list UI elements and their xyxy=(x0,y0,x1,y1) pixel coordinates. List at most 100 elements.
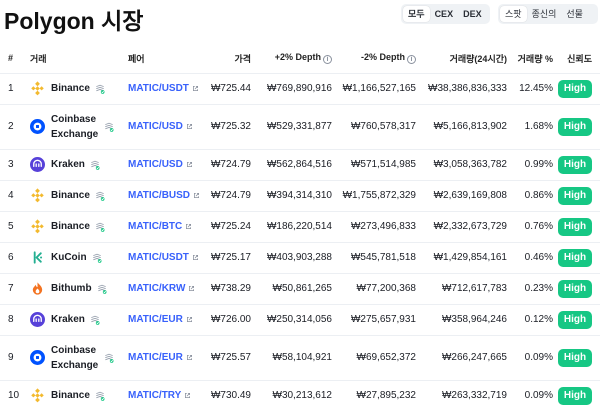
exchange-cell[interactable]: Kraken xyxy=(30,149,128,181)
table-row[interactable]: 10 Binance MATIC/TRY ₩730.49 ₩30,213,612 ₩27,… xyxy=(0,380,600,407)
exchange-name[interactable]: Kraken xyxy=(51,157,85,172)
exchange-name[interactable]: KuCoin xyxy=(51,250,87,265)
exchange-name[interactable]: Binance xyxy=(51,81,90,96)
exchange-name[interactable]: Binance xyxy=(51,388,90,403)
table-row[interactable]: 7 Bithumb MATIC/KRW ₩738.29 ₩50,861,265 ₩77,2… xyxy=(0,273,600,305)
pair-link[interactable]: MATIC/BTC xyxy=(128,221,182,232)
table-row[interactable]: 2 Coinbase Exchange MATIC/USD ₩725.32 ₩529,3… xyxy=(0,104,600,150)
binance-logo-icon xyxy=(30,81,45,96)
pair-cell[interactable]: MATIC/USD xyxy=(128,104,203,150)
verified-reserves-icon[interactable] xyxy=(95,391,105,401)
pair-link[interactable]: MATIC/BUSD xyxy=(128,190,190,201)
table-row[interactable]: 6 KuCoin MATIC/USDT ₩725.17 ₩403,903,288 ₩545… xyxy=(0,242,600,274)
table-row[interactable]: 5 Binance MATIC/BTC ₩725.24 ₩186,220,514 ₩273… xyxy=(0,211,600,243)
rank-cell: 7 xyxy=(0,273,30,305)
filter-dex-button[interactable]: DEX xyxy=(458,6,487,22)
pair-cell[interactable]: MATIC/BUSD xyxy=(128,180,203,212)
verified-reserves-icon[interactable] xyxy=(104,353,114,363)
depth-minus-cell: ₩571,514,985 xyxy=(332,149,416,181)
table-row[interactable]: 3 Kraken MATIC/USD ₩724.79 ₩562,864,516 ₩571,… xyxy=(0,149,600,181)
verified-reserves-icon[interactable] xyxy=(95,222,105,232)
exchange-cell[interactable]: Coinbase Exchange xyxy=(30,104,128,150)
external-link-icon[interactable] xyxy=(181,390,191,401)
exchange-cell[interactable]: KuCoin xyxy=(30,242,128,274)
table-row[interactable]: 9 Coinbase Exchange MATIC/EUR ₩725.57 ₩58,10… xyxy=(0,335,600,381)
pair-link[interactable]: MATIC/USDT xyxy=(128,83,189,94)
exchange-name[interactable]: Coinbase Exchange xyxy=(51,343,99,373)
external-link-icon[interactable] xyxy=(183,314,193,325)
pair-cell[interactable]: MATIC/EUR xyxy=(128,335,203,381)
col-price-header[interactable]: 가격 xyxy=(203,44,251,74)
exchange-name[interactable]: Kraken xyxy=(51,312,85,327)
col-pair-header[interactable]: 페어 xyxy=(128,44,203,74)
filter-perpetual-button[interactable]: 종신의 xyxy=(527,6,562,22)
pair-cell[interactable]: MATIC/KRW xyxy=(128,273,203,305)
external-link-icon[interactable] xyxy=(190,190,200,201)
binance-logo-icon xyxy=(30,219,45,234)
verified-reserves-icon[interactable] xyxy=(95,191,105,201)
exchange-name[interactable]: Bithumb xyxy=(51,281,92,296)
external-link-icon[interactable] xyxy=(183,352,193,363)
kraken-logo-icon xyxy=(30,312,45,327)
col-rank-header[interactable]: # xyxy=(0,44,30,74)
binance-logo-icon xyxy=(30,188,45,203)
filter-futures-button[interactable]: 선물 xyxy=(561,6,588,22)
verified-reserves-icon[interactable] xyxy=(90,160,100,170)
pair-cell[interactable]: MATIC/BTC xyxy=(128,211,203,243)
exchange-name[interactable]: Coinbase Exchange xyxy=(51,112,99,142)
exchange-cell[interactable]: Bithumb xyxy=(30,273,128,305)
col-depth-plus-header[interactable]: +2% Depth i xyxy=(251,44,332,74)
pair-cell[interactable]: MATIC/TRY xyxy=(128,380,203,407)
pair-link[interactable]: MATIC/KRW xyxy=(128,283,185,294)
col-depth-minus-header[interactable]: -2% Depth i xyxy=(332,44,416,74)
exchange-cell[interactable]: Binance xyxy=(30,73,128,105)
rank-cell: 2 xyxy=(0,104,30,150)
table-row[interactable]: 4 Binance MATIC/BUSD ₩724.79 ₩394,314,310 ₩1,… xyxy=(0,180,600,212)
external-link-icon[interactable] xyxy=(183,121,193,132)
col-exchange-header[interactable]: 거래 xyxy=(30,44,128,74)
exchange-cell[interactable]: Binance xyxy=(30,180,128,212)
exchange-name[interactable]: Binance xyxy=(51,219,90,234)
external-link-icon[interactable] xyxy=(183,159,193,170)
exchange-cell[interactable]: Binance xyxy=(30,211,128,243)
exchange-cell[interactable]: Binance xyxy=(30,380,128,407)
page-header: Polygon 시장 모두 CEX DEX 스팟 종신의 선물 xyxy=(0,0,600,34)
pair-link[interactable]: MATIC/EUR xyxy=(128,352,183,363)
depth-minus-cell: ₩545,781,518 xyxy=(332,242,416,274)
external-link-icon[interactable] xyxy=(189,83,199,94)
exchange-cell[interactable]: Coinbase Exchange xyxy=(30,335,128,381)
external-link-icon[interactable] xyxy=(182,221,192,232)
external-link-icon[interactable] xyxy=(189,252,199,263)
verified-reserves-icon[interactable] xyxy=(92,253,102,263)
filter-all-button[interactable]: 모두 xyxy=(403,6,430,22)
info-icon[interactable]: i xyxy=(407,55,416,65)
info-icon[interactable]: i xyxy=(323,55,332,65)
col-volume-header[interactable]: 거래량(24시간) xyxy=(416,44,507,74)
verified-reserves-icon[interactable] xyxy=(104,122,114,132)
filter-spot-button[interactable]: 스팟 xyxy=(500,6,527,22)
verified-reserves-icon[interactable] xyxy=(97,284,107,294)
verified-reserves-icon[interactable] xyxy=(95,84,105,94)
pair-cell[interactable]: MATIC/USD xyxy=(128,149,203,181)
exchange-name[interactable]: Binance xyxy=(51,188,90,203)
exchange-cell[interactable]: Kraken xyxy=(30,304,128,336)
pair-link[interactable]: MATIC/USDT xyxy=(128,252,189,263)
price-cell: ₩725.44 xyxy=(203,73,251,105)
external-link-icon[interactable] xyxy=(185,283,195,294)
pair-link[interactable]: MATIC/EUR xyxy=(128,314,183,325)
trust-badge: High xyxy=(558,186,592,205)
pair-link[interactable]: MATIC/USD xyxy=(128,159,183,170)
filter-cex-button[interactable]: CEX xyxy=(430,6,459,22)
depth-plus-cell: ₩403,903,288 xyxy=(251,242,332,274)
verified-reserves-icon[interactable] xyxy=(90,315,100,325)
pair-link[interactable]: MATIC/USD xyxy=(128,121,183,132)
pair-cell[interactable]: MATIC/USDT xyxy=(128,242,203,274)
pair-cell[interactable]: MATIC/EUR xyxy=(128,304,203,336)
table-row[interactable]: 1 Binance MATIC/USDT ₩725.44 ₩769,890,916 ₩1,… xyxy=(0,73,600,105)
volume-pct-cell: 1.68% xyxy=(507,104,553,150)
pair-link[interactable]: MATIC/TRY xyxy=(128,390,181,401)
pair-cell[interactable]: MATIC/USDT xyxy=(128,73,203,105)
table-row[interactable]: 8 Kraken MATIC/EUR ₩726.00 ₩250,314,056 ₩275,… xyxy=(0,304,600,336)
col-volume-pct-header[interactable]: 거래량 % xyxy=(507,44,553,74)
col-trust-header[interactable]: 신뢰도 xyxy=(553,44,600,74)
